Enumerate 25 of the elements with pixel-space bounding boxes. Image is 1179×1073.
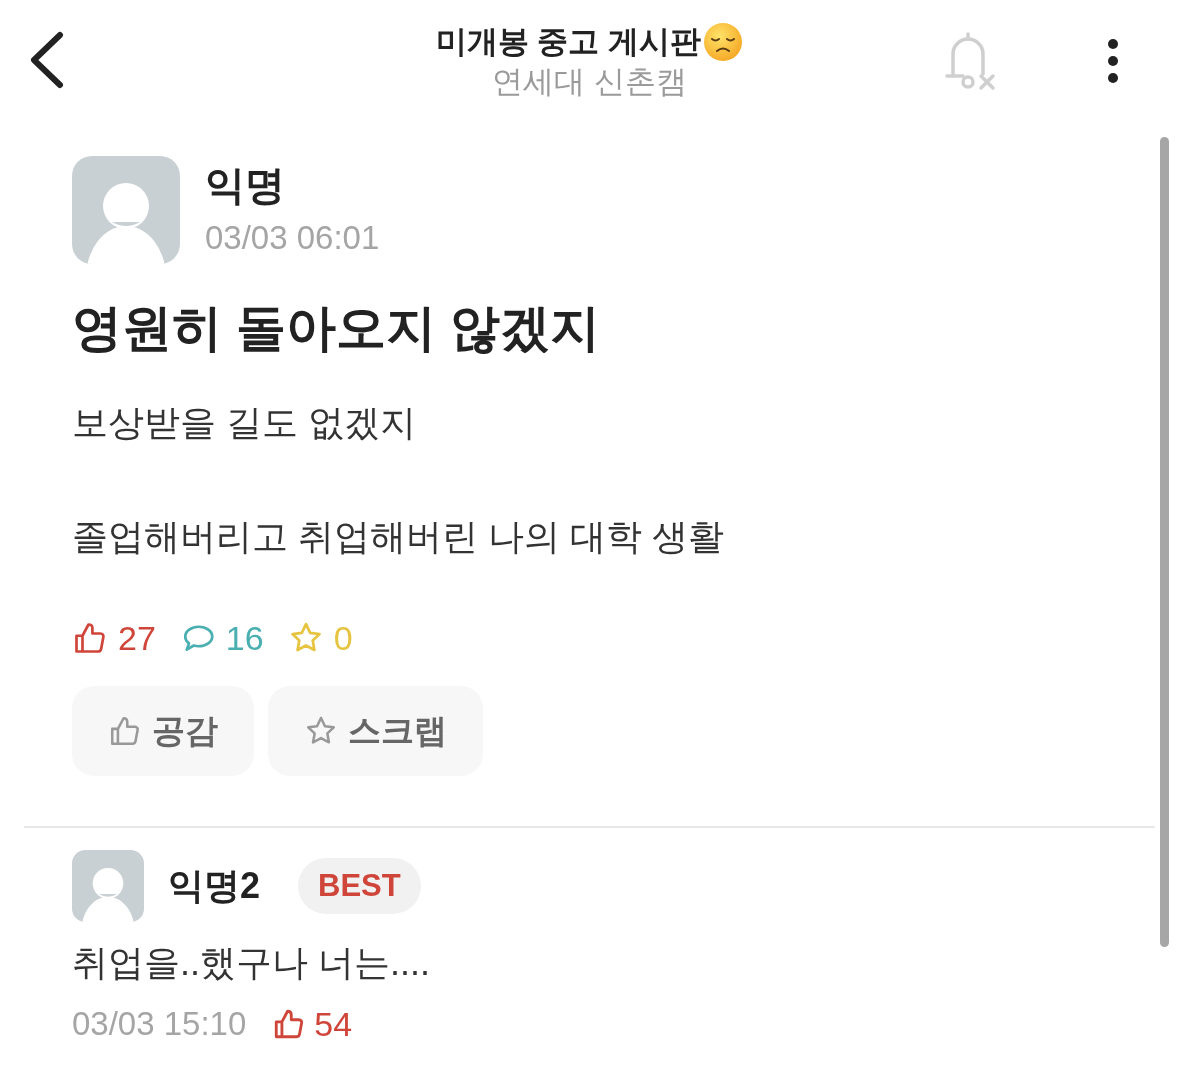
back-chevron-icon (28, 31, 64, 89)
bell-off-icon (943, 30, 997, 92)
sad-face-icon (703, 22, 744, 62)
scrap-button[interactable]: 스크랩 (268, 686, 483, 776)
comment-like-count: 54 (314, 1004, 353, 1045)
board-subtitle: 연세대 신촌캠 (492, 63, 687, 101)
board-title: 미개봉 중고 게시판 (435, 23, 702, 61)
thumbs-up-icon (108, 714, 142, 748)
stat-count: 0 (333, 618, 353, 659)
post-time: 03/03 06:01 (205, 218, 380, 258)
post-title: 영원히 돌아오지 않겠지 (72, 299, 601, 358)
post-body-text: 졸업해버리고 취업해버린 나의 대학 생활 (72, 515, 725, 559)
comment-time: 03/03 15:10 (72, 1004, 247, 1044)
like-button[interactable]: 공감 (72, 686, 254, 776)
comment-text: 취업을..했구나 너는.... (72, 941, 431, 985)
author-name: 익명 (205, 162, 286, 208)
avatar-icon (72, 156, 180, 264)
more-menu-icon (1107, 38, 1119, 84)
post-body-text: 보상받을 길도 없겠지 (72, 401, 417, 445)
stat-count: 16 (225, 618, 264, 659)
avatar-icon (72, 850, 144, 922)
best-badge: BEST (298, 858, 421, 914)
stat-count: 27 (118, 618, 156, 659)
more-menu-button[interactable] (1107, 38, 1119, 84)
comment-author: 익명2 (168, 864, 261, 908)
